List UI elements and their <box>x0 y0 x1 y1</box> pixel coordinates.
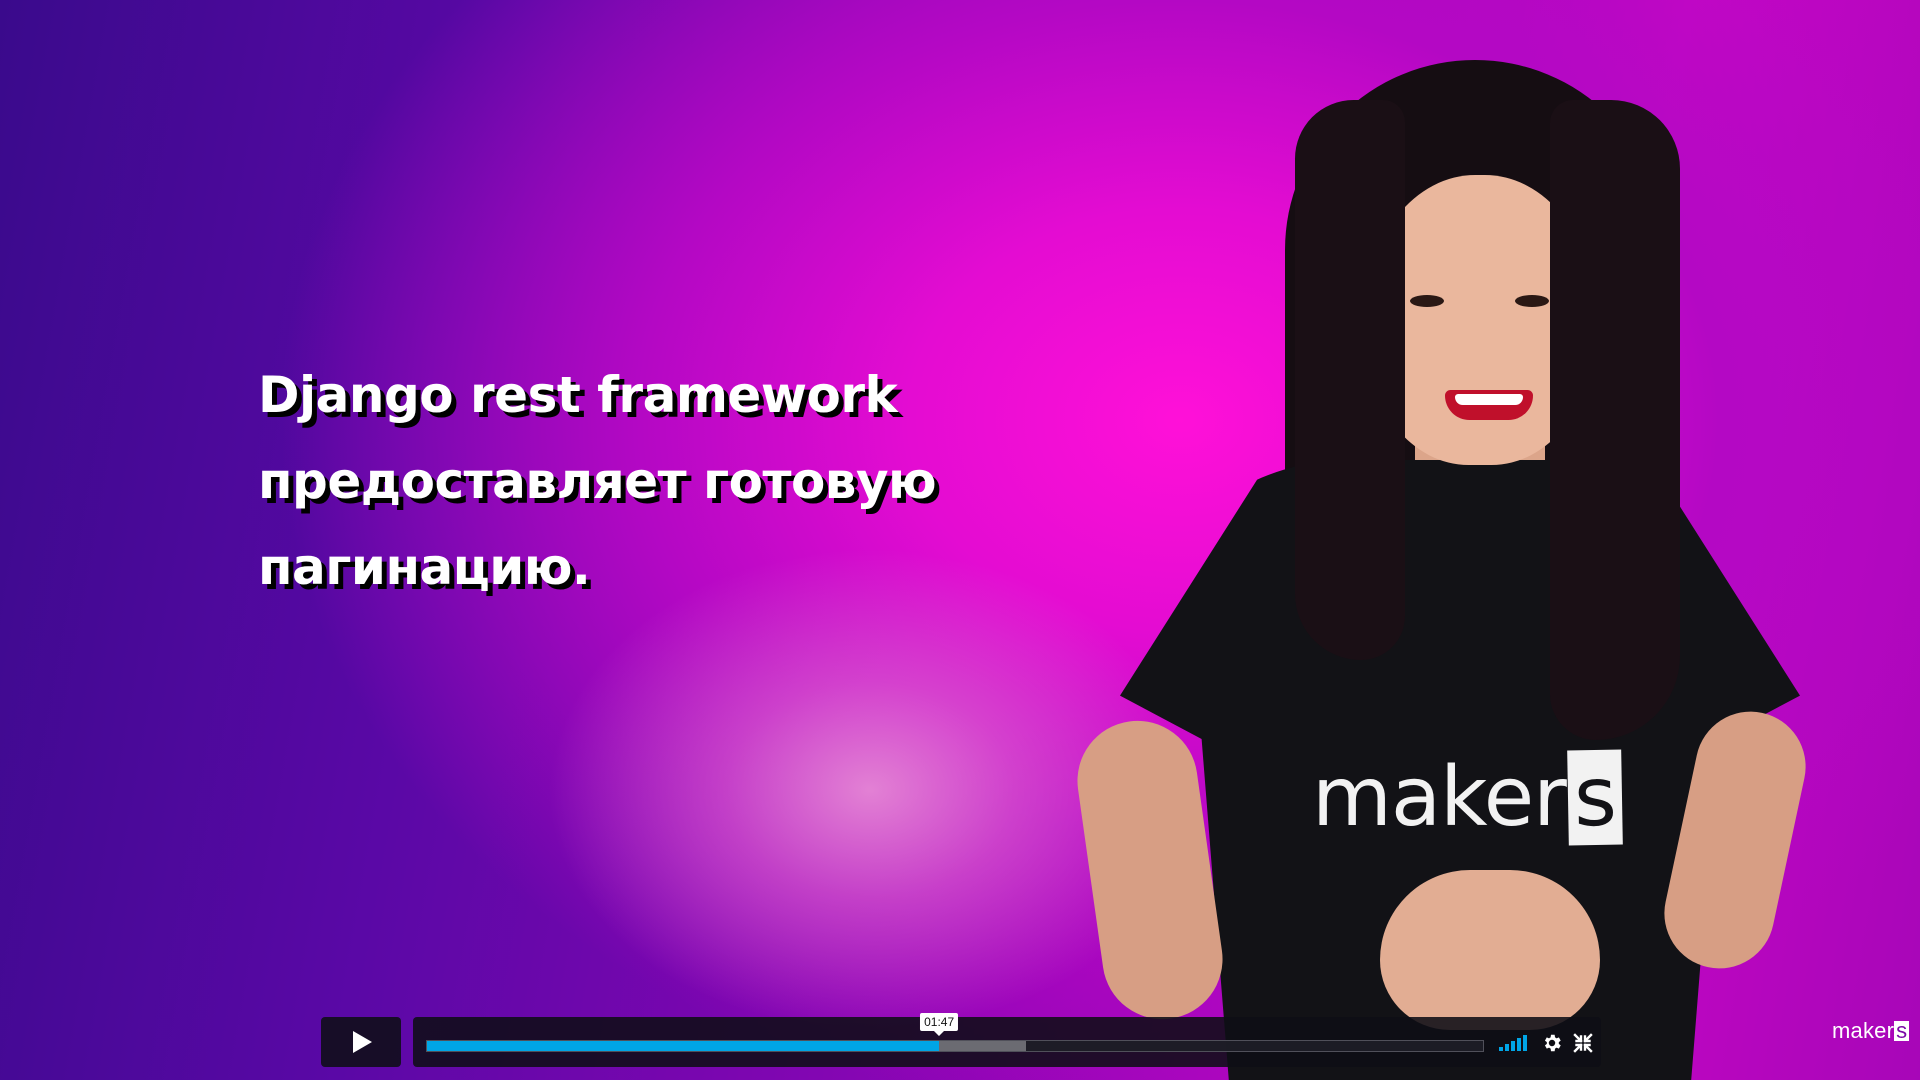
watermark-boxed-letter: s <box>1894 1018 1910 1043</box>
caption-line-3: пагинацию. <box>258 538 591 596</box>
video-frame[interactable]: Django rest framework предоставляет гото… <box>0 0 1920 1080</box>
time-tooltip: 01:47 <box>920 1013 959 1036</box>
progress-played <box>427 1041 940 1051</box>
presenter-hair-left <box>1295 100 1405 660</box>
progress-bar[interactable] <box>426 1040 1484 1052</box>
player-controls: 01:47 <box>321 1013 1601 1067</box>
play-icon <box>353 1031 372 1053</box>
presenter-hands <box>1380 870 1600 1030</box>
volume-icon[interactable] <box>1499 1035 1529 1051</box>
shirt-logo: makers <box>1312 749 1623 846</box>
presenter: makers <box>1069 60 1840 1080</box>
shirt-logo-text: maker <box>1312 750 1567 845</box>
fullscreen-icon[interactable] <box>1573 1033 1593 1053</box>
shirt-logo-boxed-letter: s <box>1567 749 1623 846</box>
play-button[interactable] <box>321 1017 401 1067</box>
video-caption: Django rest framework предоставляет гото… <box>258 352 1018 610</box>
caption-line-1: Django rest framework <box>258 366 898 424</box>
presenter-eye-right <box>1515 295 1549 307</box>
presenter-mouth <box>1445 390 1533 420</box>
settings-icon[interactable] <box>1541 1032 1563 1054</box>
caption-line-2: предоставляет готовую <box>258 452 937 510</box>
control-bar: 01:47 <box>413 1013 1601 1067</box>
brand-watermark[interactable]: makers <box>1832 1018 1910 1044</box>
presenter-hair-right <box>1550 100 1680 740</box>
watermark-text: maker <box>1832 1018 1895 1043</box>
presenter-eye-left <box>1410 295 1444 307</box>
